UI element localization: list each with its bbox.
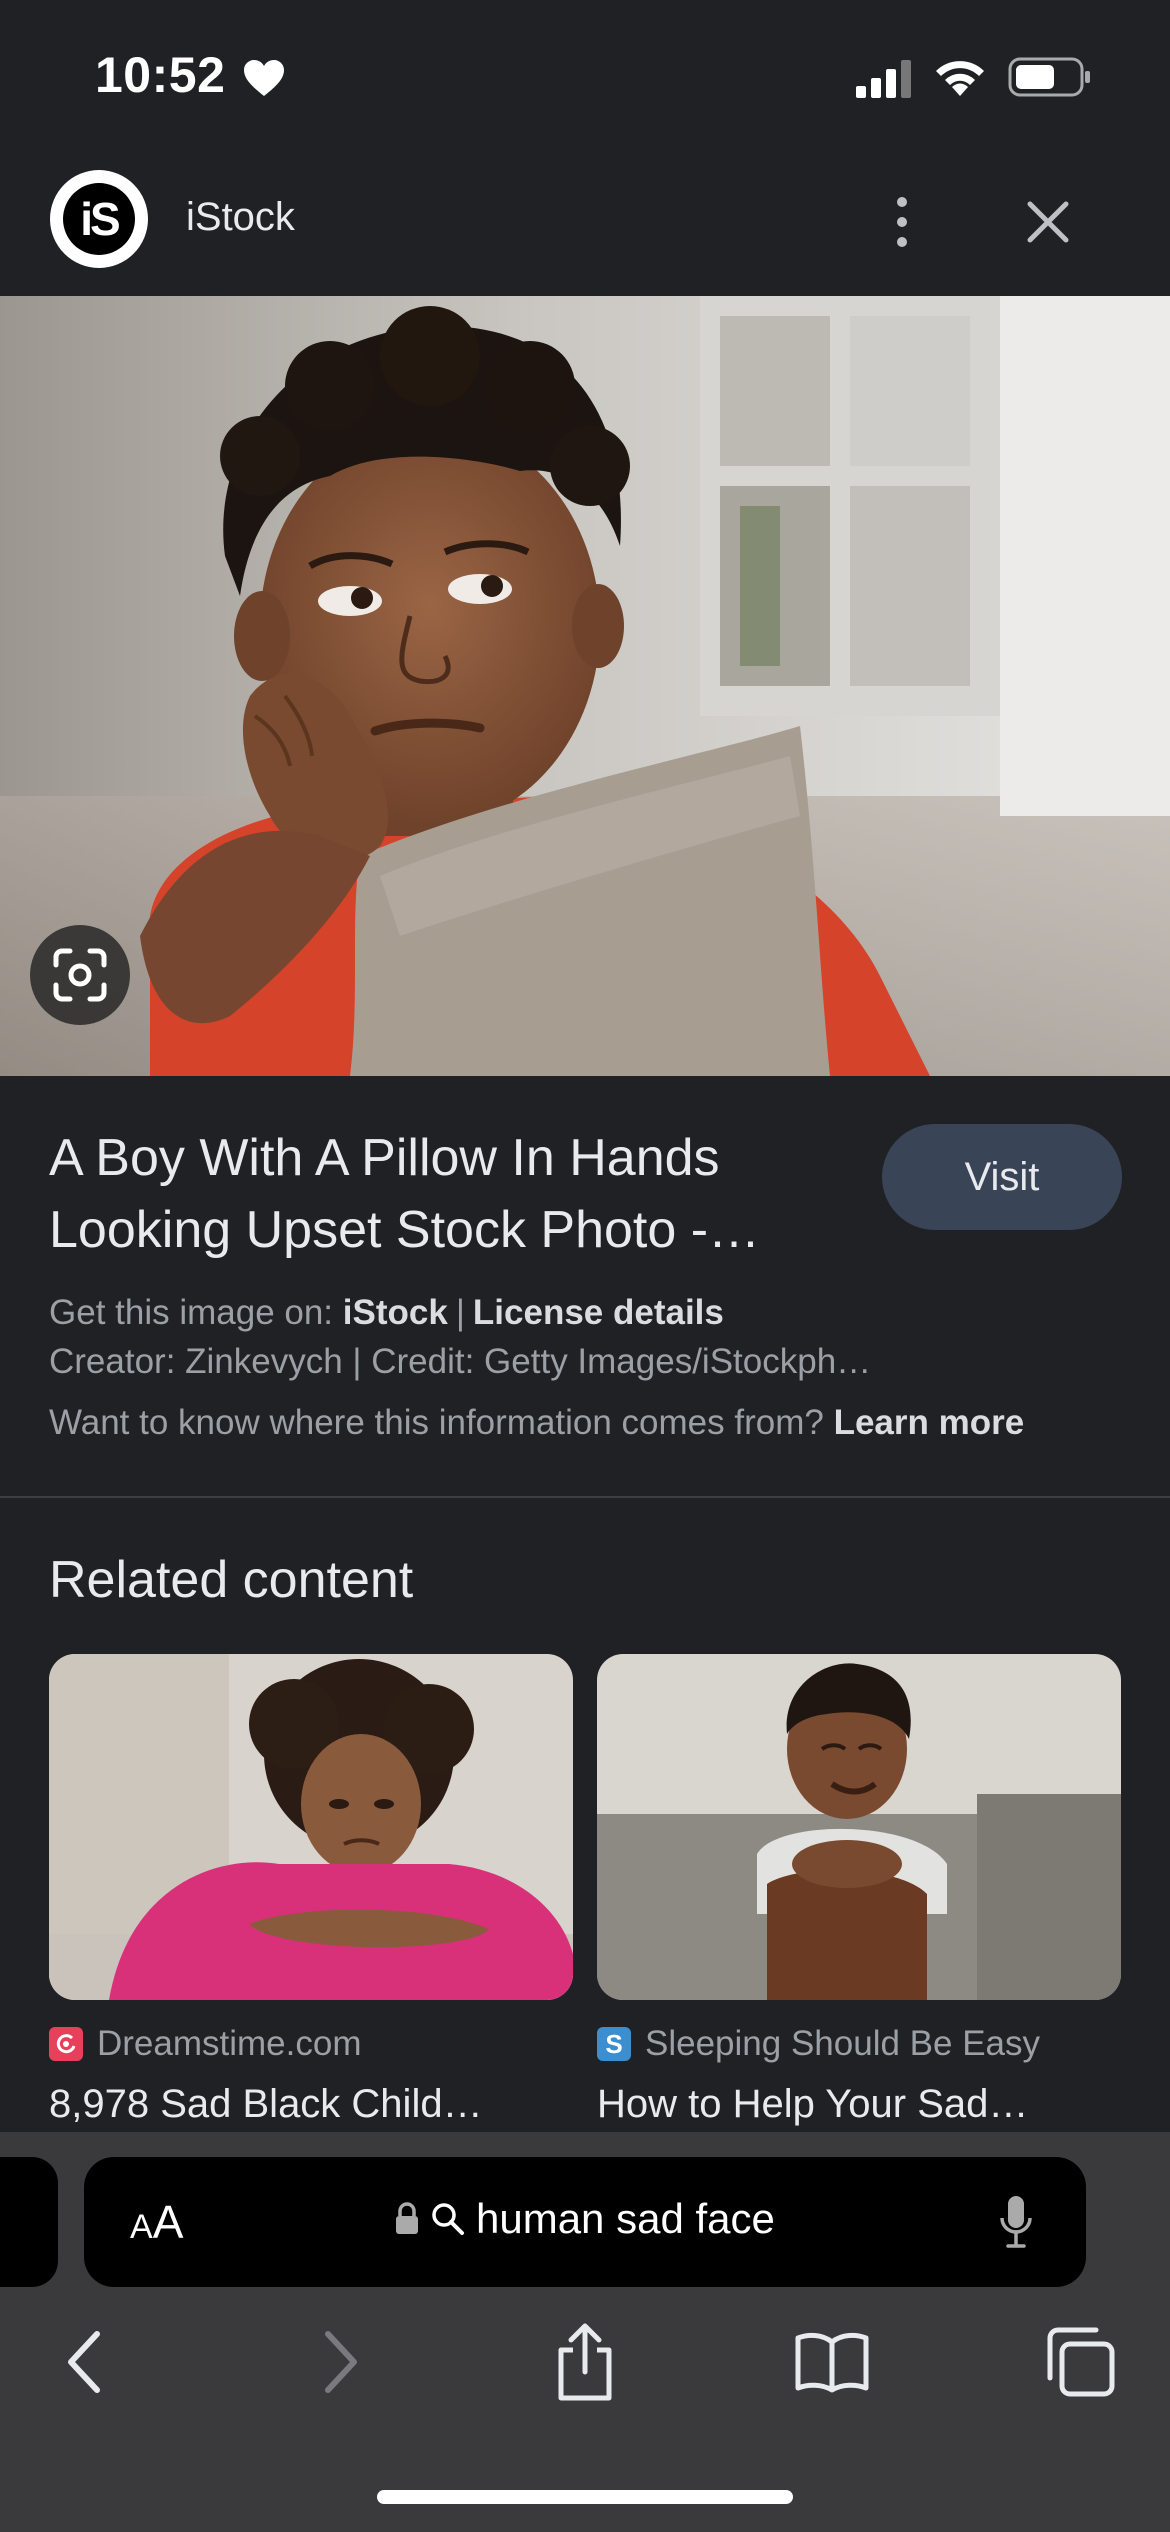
- close-icon[interactable]: [1020, 194, 1076, 250]
- info-question: Want to know where this information come…: [49, 1403, 824, 1442]
- chevron-left-icon: [68, 2331, 100, 2393]
- browser-toolbar: AA human sad face: [0, 2132, 1170, 2532]
- info-source-line: Want to know where this information come…: [49, 1403, 1024, 1443]
- page-header: iS iStock: [0, 150, 1170, 295]
- get-image-prefix: Get this image on:: [49, 1293, 334, 1332]
- cellular-signal-icon: [856, 60, 911, 98]
- related-title[interactable]: 8,978 Sad Black Child…: [49, 2082, 573, 2127]
- chevron-right-icon: [325, 2331, 357, 2393]
- address-bar[interactable]: AA human sad face: [84, 2157, 1086, 2287]
- istock-logo-text: iS: [63, 183, 135, 255]
- related-source: Dreamstime.com: [49, 2024, 361, 2064]
- image-title: A Boy With A Pillow In Hands Looking Ups…: [49, 1129, 761, 1259]
- battery-icon: [1008, 57, 1090, 97]
- related-card-2[interactable]: S Sleeping Should Be Easy How to Help Yo…: [597, 1654, 1121, 2126]
- address-bar-content[interactable]: human sad face: [394, 2195, 775, 2243]
- main-image[interactable]: [0, 296, 1170, 1076]
- related-source: S Sleeping Should Be Easy: [597, 2024, 1040, 2064]
- forward-button[interactable]: [300, 2322, 380, 2402]
- back-button[interactable]: [45, 2322, 125, 2402]
- related-content-heading: Related content: [49, 1551, 414, 1609]
- screen: 10:52 iS iStock A Boy With A Pillow In H…: [0, 0, 1170, 2532]
- license-details-link[interactable]: License details: [473, 1293, 724, 1332]
- lock-icon: [396, 2202, 418, 2234]
- site-favicon-icon: S: [597, 2027, 631, 2061]
- related-card-1[interactable]: Dreamstime.com 8,978 Sad Black Child…: [49, 1654, 573, 2126]
- share-icon: [558, 2323, 612, 2401]
- get-image-source-link[interactable]: iStock: [343, 1293, 448, 1332]
- more-options-icon[interactable]: [880, 192, 924, 252]
- tabs-icon: [1047, 2327, 1115, 2397]
- book-icon: [795, 2332, 869, 2393]
- microphone-icon[interactable]: [996, 2192, 1036, 2252]
- navigation-row: [0, 2322, 1170, 2422]
- status-bar: 10:52: [0, 0, 1170, 150]
- dreamstime-favicon-icon: [49, 2027, 83, 2061]
- related-thumbnail[interactable]: [49, 1654, 573, 2000]
- related-source-name: Sleeping Should Be Easy: [645, 2024, 1040, 2063]
- status-time: 10:52: [95, 47, 226, 103]
- get-image-line: Get this image on: iStock | License detail…: [49, 1293, 724, 1332]
- related-thumbnail[interactable]: [597, 1654, 1121, 2000]
- site-logo[interactable]: iS: [50, 170, 148, 268]
- address-text: human sad face: [476, 2195, 775, 2242]
- page-settings-button[interactable]: AA: [130, 2195, 183, 2249]
- crying-boy-photo: [597, 1654, 1121, 2000]
- share-button[interactable]: [545, 2322, 625, 2402]
- heart-icon: [244, 60, 284, 96]
- related-source-name: Dreamstime.com: [97, 2024, 362, 2063]
- google-lens-button[interactable]: [30, 925, 130, 1025]
- previous-tab-preview[interactable]: [0, 2157, 58, 2287]
- girl-photo: [49, 1654, 573, 2000]
- creator-credit-line: Creator: Zinkevych | Credit: Getty Image…: [49, 1342, 872, 1381]
- bookmarks-button[interactable]: [792, 2322, 872, 2402]
- wifi-icon: [936, 61, 984, 96]
- boy-with-pillow-photo: [0, 296, 1170, 1076]
- home-indicator[interactable]: [377, 2490, 793, 2504]
- related-title[interactable]: How to Help Your Sad…: [597, 2082, 1121, 2127]
- site-name[interactable]: iStock: [186, 195, 295, 240]
- visit-button[interactable]: Visit: [882, 1124, 1122, 1230]
- lens-icon: [53, 948, 107, 1002]
- section-divider: [0, 1496, 1170, 1498]
- tabs-button[interactable]: [1040, 2322, 1120, 2402]
- learn-more-link[interactable]: Learn more: [834, 1403, 1025, 1442]
- search-icon: [432, 2203, 464, 2235]
